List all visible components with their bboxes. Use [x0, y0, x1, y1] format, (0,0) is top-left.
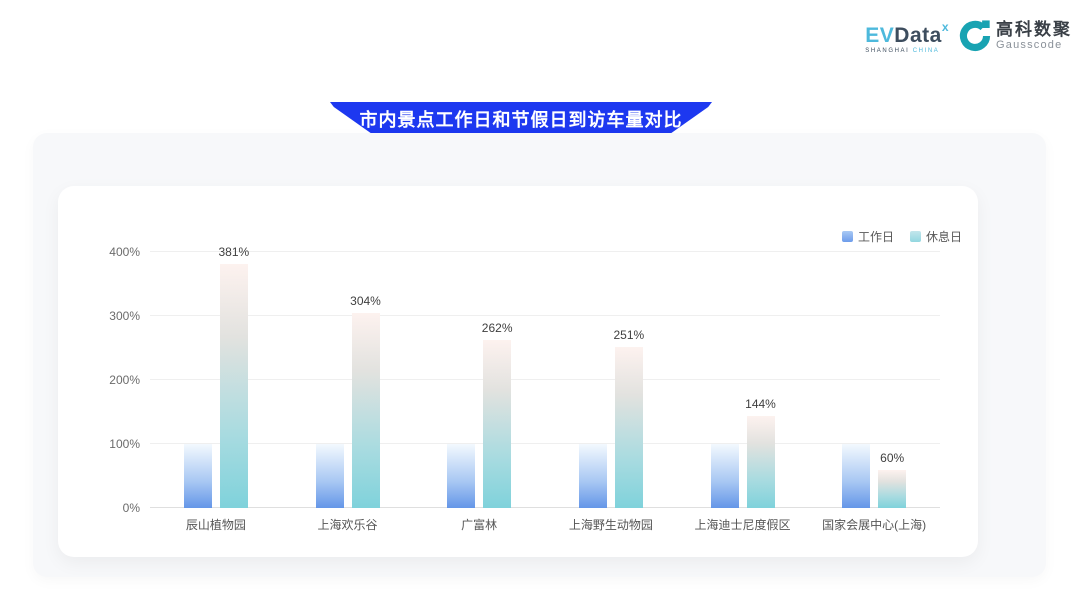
bar-休息日-上海迪士尼度假区: [747, 416, 775, 508]
x-axis-category-label: 上海欢乐谷: [278, 516, 418, 533]
y-axis-tick: 100%: [90, 437, 140, 451]
x-axis-category-label: 广富林: [409, 516, 549, 533]
legend-label-restday: 休息日: [926, 228, 962, 245]
gausscode-cn-text: 高科数聚: [996, 21, 1072, 40]
bar-工作日-广富林: [447, 444, 475, 508]
page-title: 市内景点工作日和节假日到访车量对比: [360, 106, 683, 134]
evdata-china-text: CHINA: [913, 48, 940, 54]
bar-工作日-上海迪士尼度假区: [711, 444, 739, 508]
bar-休息日-上海野生动物园: [615, 347, 643, 508]
gridline: [150, 251, 940, 252]
evdata-shanghai-text: SHANGHAI: [865, 48, 909, 54]
evdata-ev-text: EV: [865, 24, 894, 47]
bar-value-label: 144%: [729, 397, 793, 411]
bar-value-label: 381%: [202, 245, 266, 259]
gausscode-g-icon: [959, 20, 991, 52]
legend-swatch-workday: [842, 231, 853, 242]
bar-value-label: 304%: [334, 294, 398, 308]
x-axis-category-label: 上海迪士尼度假区: [673, 516, 813, 533]
gausscode-logo-text: 高科数聚 Gausscode: [996, 21, 1072, 52]
x-axis-category-label: 辰山植物园: [146, 516, 286, 533]
evdata-logo-text: EVDatax: [865, 25, 949, 46]
bar-休息日-国家会展中心(上海): [878, 470, 906, 508]
content-panel: 工作日 休息日 0%100%200%300%400%381%辰山植物园304%上…: [33, 133, 1046, 577]
gridline: [150, 315, 940, 316]
chart-legend: 工作日 休息日: [842, 228, 962, 245]
legend-item-restday: 休息日: [910, 228, 962, 245]
gridline: [150, 443, 940, 444]
bar-工作日-上海欢乐谷: [316, 444, 344, 508]
legend-label-workday: 工作日: [858, 228, 894, 245]
y-axis-tick: 300%: [90, 309, 140, 323]
bar-休息日-上海欢乐谷: [352, 313, 380, 508]
evdata-logo: EVDatax SHANGHAI CHINA: [865, 25, 949, 54]
y-axis-tick: 400%: [90, 245, 140, 259]
page: { "header": { "evdata_logo": { "ev": "EV…: [0, 0, 1080, 608]
gridline: [150, 379, 940, 380]
bar-工作日-辰山植物园: [184, 444, 212, 508]
y-axis-tick: 200%: [90, 373, 140, 387]
evdata-x-mark: x: [942, 20, 949, 34]
bar-休息日-广富林: [483, 340, 511, 508]
legend-swatch-restday: [910, 231, 921, 242]
header-logos: EVDatax SHANGHAI CHINA 高科数聚 Gausscode: [865, 20, 1072, 54]
bar-休息日-辰山植物园: [220, 264, 248, 508]
bar-value-label: 262%: [465, 321, 529, 335]
plot-area: 0%100%200%300%400%381%辰山植物园304%上海欢乐谷262%…: [150, 252, 940, 508]
x-axis-category-label: 国家会展中心(上海): [804, 516, 944, 533]
evdata-data-text: Data: [894, 24, 942, 47]
chart-card: 工作日 休息日 0%100%200%300%400%381%辰山植物园304%上…: [58, 186, 978, 557]
x-axis-category-label: 上海野生动物园: [541, 516, 681, 533]
gausscode-logo: 高科数聚 Gausscode: [959, 20, 1072, 52]
evdata-logo-subtext: SHANGHAI CHINA: [865, 48, 949, 54]
bar-工作日-上海野生动物园: [579, 444, 607, 508]
y-axis-tick: 0%: [90, 501, 140, 515]
bar-value-label: 251%: [597, 328, 661, 342]
legend-item-workday: 工作日: [842, 228, 894, 245]
x-axis-line: [150, 507, 940, 508]
bar-value-label: 60%: [860, 451, 924, 465]
gausscode-en-text: Gausscode: [996, 39, 1072, 51]
